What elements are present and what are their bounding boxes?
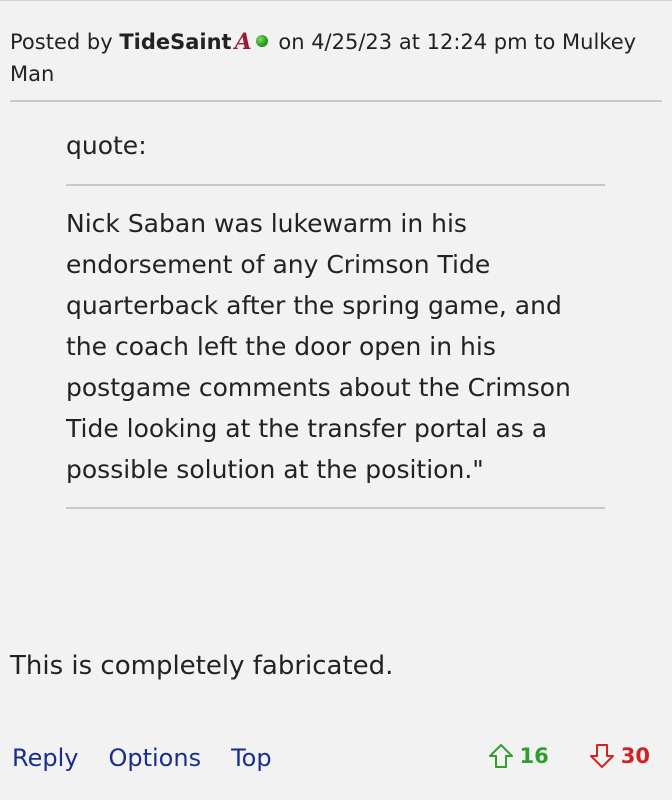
- top-link[interactable]: Top: [231, 744, 272, 772]
- post-header: Posted by TideSaint A on 4/25/23 at 12:24…: [10, 26, 650, 90]
- reply-link[interactable]: Reply: [12, 744, 78, 772]
- author-name[interactable]: TideSaint: [119, 30, 231, 54]
- posted-by-prefix: Posted by: [10, 30, 113, 54]
- quote-top-rule: [66, 184, 605, 186]
- vote-controls: 16 30: [488, 740, 650, 772]
- arrow-down-icon: [589, 744, 614, 768]
- post-body-text: This is completely fabricated.: [10, 651, 394, 681]
- quote-block: quote: Nick Saban was lukewarm in his en…: [66, 128, 605, 509]
- quote-bottom-rule: [66, 507, 605, 509]
- online-status-icon: [255, 35, 268, 47]
- upvote-count: 16: [519, 744, 549, 768]
- quote-text: Nick Saban was lukewarm in his endorseme…: [66, 209, 571, 484]
- post-actions: Reply Options Top: [12, 740, 302, 776]
- upvote-button[interactable]: 16: [488, 740, 549, 772]
- arrow-up-icon: [488, 744, 513, 768]
- downvote-button[interactable]: 30: [589, 740, 650, 772]
- downvote-count: 30: [620, 744, 650, 768]
- quote-label: quote:: [66, 131, 147, 160]
- header-divider: [10, 100, 662, 102]
- options-link[interactable]: Options: [108, 744, 201, 772]
- team-logo-icon: A: [234, 29, 252, 55]
- top-divider: [0, 0, 672, 1]
